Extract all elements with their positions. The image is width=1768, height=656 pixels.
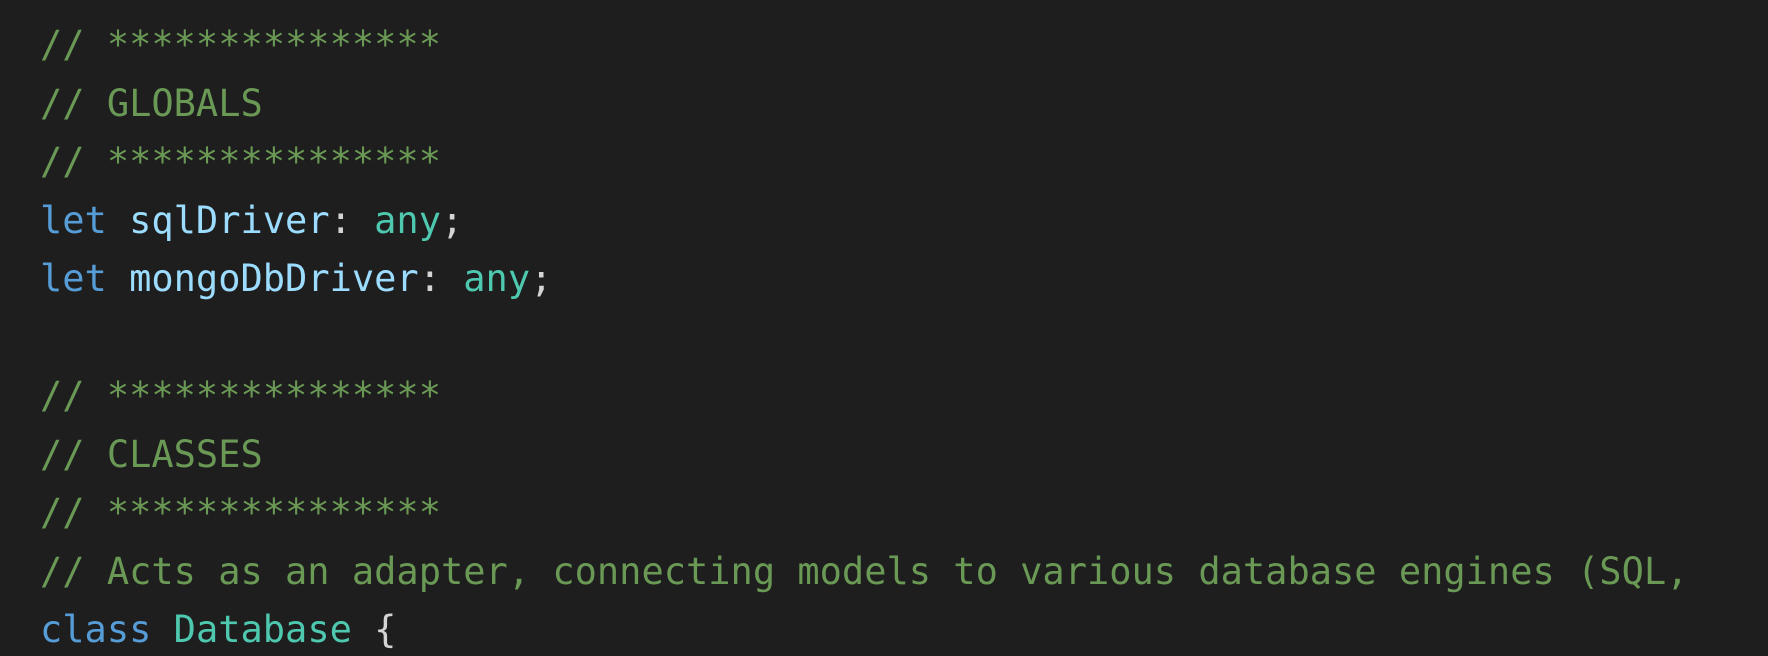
code-token-variable: mongoDbDriver [129, 257, 419, 300]
code-token-keyword: let [40, 257, 107, 300]
code-token-variable: sqlDriver [129, 198, 330, 242]
code-token-punct: ; [530, 257, 553, 300]
code-line[interactable]: // GLOBALS [40, 75, 1688, 134]
code-token-punct: : [418, 257, 464, 300]
code-token-comment: // CLASSES [40, 432, 263, 476]
code-editor[interactable]: // *************** // GLOBALS // *********… [0, 0, 1768, 656]
code-token-comment: // GLOBALS [40, 81, 263, 125]
code-token-punct: ; [440, 198, 464, 242]
code-token-type: Database [173, 608, 352, 651]
code-line[interactable]: let mongoDbDriver: any; [40, 250, 1688, 309]
code-token-comment: // Acts as an adapter, connecting models… [40, 549, 1689, 593]
code-line[interactable]: // *************** [40, 484, 1688, 543]
code-line[interactable]: // *************** [40, 367, 1688, 426]
code-line[interactable]: // CLASSES [40, 426, 1688, 485]
code-token-keyword: let [40, 198, 107, 242]
code-token-punct: : [329, 198, 375, 242]
code-line[interactable]: // *************** [40, 133, 1688, 192]
code-token-comment: // *************** [40, 374, 441, 417]
code-token-comment: // *************** [40, 140, 441, 183]
code-token-punct [151, 608, 173, 651]
code-token-keyword: class [40, 608, 152, 651]
code-token-punct [107, 257, 129, 300]
code-line[interactable]: class Database { [40, 601, 1688, 656]
code-line[interactable]: // Acts as an adapter, connecting models… [40, 543, 1688, 602]
code-line[interactable]: // *************** [40, 16, 1688, 75]
code-line[interactable] [40, 309, 1688, 368]
code-token-punct: { [351, 608, 397, 651]
code-token-comment: // *************** [40, 491, 441, 534]
code-token-type: any [374, 198, 441, 242]
code-token-punct [107, 199, 129, 242]
code-area[interactable]: // *************** // GLOBALS // *********… [40, 16, 1688, 656]
code-token-comment: // *************** [40, 23, 441, 66]
code-line[interactable]: let sqlDriver: any; [40, 192, 1688, 251]
code-token-type: any [463, 257, 531, 300]
